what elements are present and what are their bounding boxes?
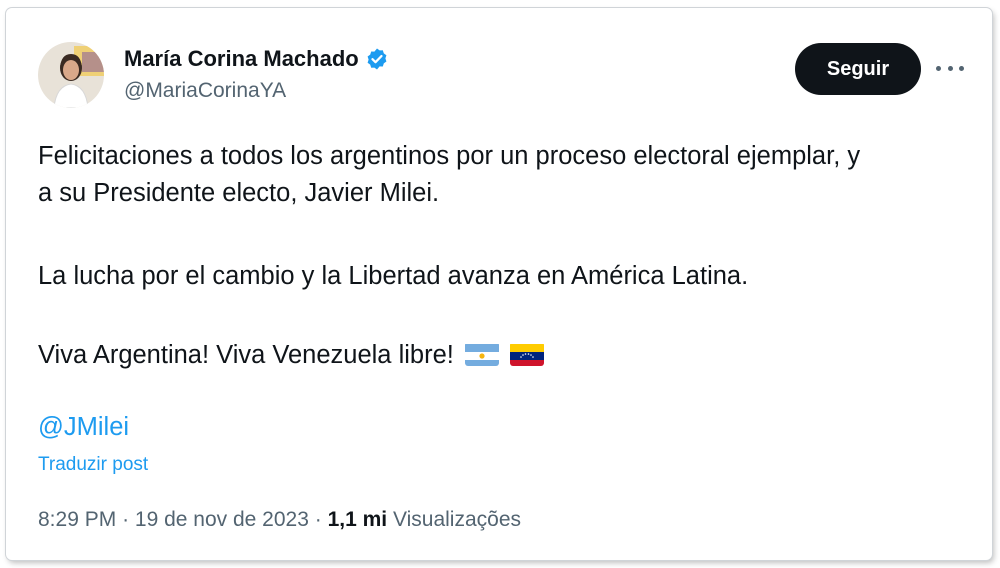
- argentina-flag-icon: [464, 342, 499, 366]
- profile-photo-icon: [38, 42, 104, 108]
- separator: ·: [314, 508, 322, 531]
- tweet-text-line-2: a su Presidente electo, Javier Milei.: [38, 179, 440, 207]
- separator: ·: [122, 508, 130, 531]
- tweet-card: María Corina Machado @MariaCorinaYA Segu…: [6, 8, 992, 560]
- author-name[interactable]: María Corina Machado: [124, 46, 359, 72]
- translate-post-link[interactable]: Traduzir post: [38, 454, 148, 476]
- tweet-text-line-4: Viva Argentina! Viva Venezuela libre!: [38, 337, 545, 374]
- verified-badge-icon: [365, 47, 389, 71]
- follow-button[interactable]: Seguir: [795, 43, 921, 95]
- author-handle[interactable]: @MariaCorinaYA: [124, 79, 286, 103]
- views-label: Visualizações: [392, 508, 522, 531]
- mention-link[interactable]: @JMilei: [38, 413, 129, 442]
- tweet-metadata: 8:29 PM · 19 de nov de 2023 · 1,1 mi Vis…: [38, 508, 521, 532]
- tweet-date[interactable]: 19 de nov de 2023: [135, 508, 309, 531]
- more-options-icon[interactable]: [936, 56, 964, 80]
- tweet-text-line-3: La lucha por el cambio y la Libertad ava…: [38, 262, 749, 290]
- tweet-text-line-4-text: Viva Argentina! Viva Venezuela libre!: [38, 341, 454, 369]
- tweet-time[interactable]: 8:29 PM: [38, 508, 116, 531]
- venezuela-flag-icon: [510, 342, 545, 366]
- views-count: 1,1 mi: [327, 508, 388, 531]
- author-avatar[interactable]: [38, 42, 104, 108]
- tweet-text-line-1: Felicitaciones a todos los argentinos po…: [38, 142, 861, 170]
